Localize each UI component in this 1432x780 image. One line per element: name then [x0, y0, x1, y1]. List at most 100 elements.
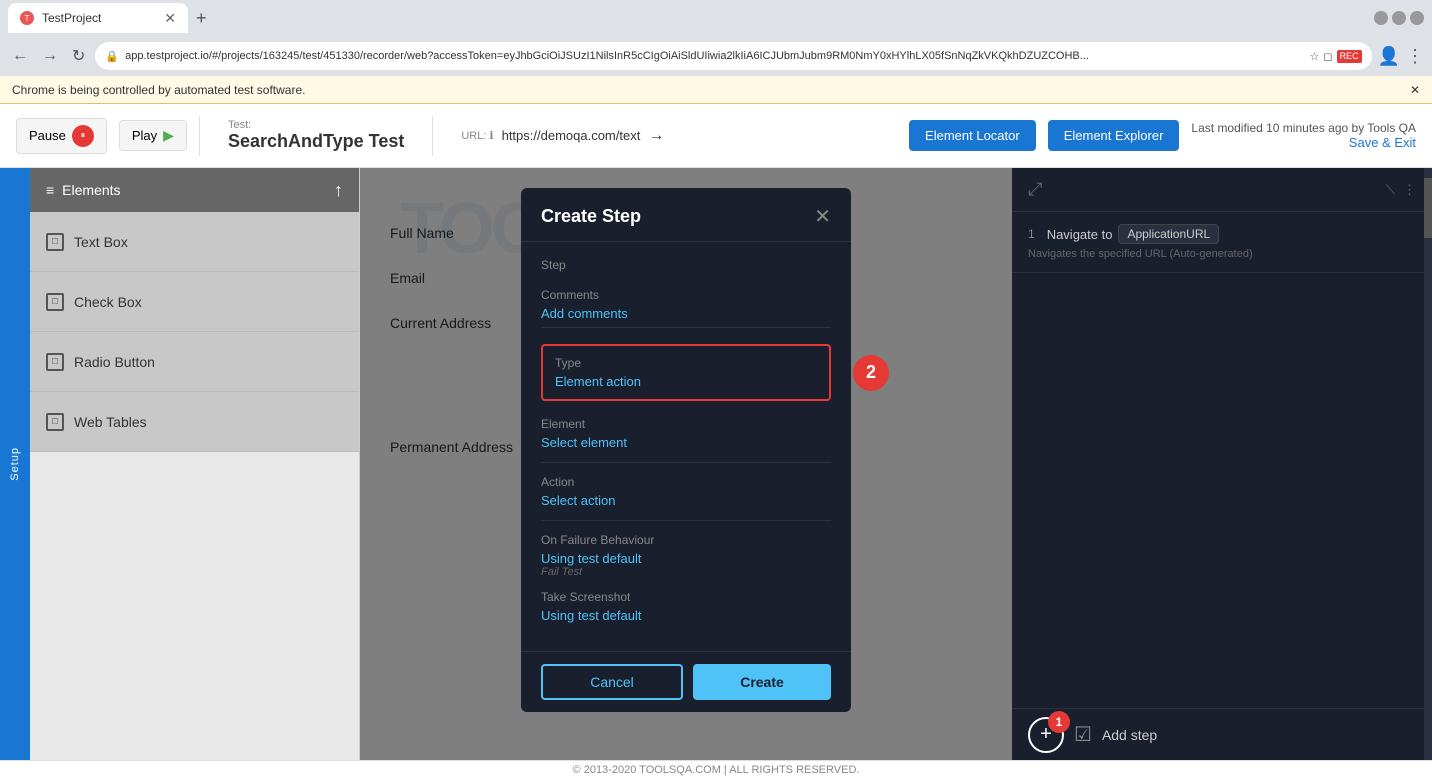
- element-select[interactable]: Select element: [541, 435, 831, 450]
- minimize-panel-icon[interactable]: ⟍: [1386, 182, 1395, 198]
- action-select[interactable]: Select action: [541, 493, 831, 508]
- step-label: Step: [541, 258, 831, 272]
- right-panel-header: ⤢ ⟍ ⋮: [1012, 168, 1432, 212]
- url-label: URL: ℹ: [461, 129, 493, 142]
- maximize-button[interactable]: [1392, 11, 1406, 25]
- textbox-icon: ☐: [46, 233, 64, 251]
- star-icon[interactable]: ☆: [1310, 50, 1320, 63]
- on-failure-label: On Failure Behaviour: [541, 533, 831, 547]
- add-step-label: Add step: [1102, 727, 1157, 743]
- footer-text: © 2013-2020 TOOLSQA.COM | ALL RIGHTS RES…: [573, 764, 860, 776]
- extension-icon[interactable]: ◻: [1323, 50, 1332, 63]
- test-label: Test:: [228, 119, 404, 131]
- element-label: Element: [541, 417, 831, 431]
- upload-icon[interactable]: ↑: [334, 180, 343, 201]
- play-button[interactable]: Play ▶: [119, 120, 187, 151]
- tab-favicon: T: [20, 11, 34, 25]
- webtables-label: Web Tables: [74, 414, 147, 430]
- last-modified-text: Last modified 10 minutes ago by Tools QA: [1191, 121, 1416, 135]
- on-failure-value[interactable]: Using test default: [541, 551, 831, 566]
- elements-sidebar: ≡ Elements ↑ ☐ Text Box ☐ Check Box ☐ Ra…: [30, 168, 360, 760]
- textbox-label: Text Box: [74, 234, 128, 250]
- create-step-modal: Create Step ✕ Step Comments Add comments: [521, 188, 851, 712]
- reload-button[interactable]: ↻: [68, 44, 89, 68]
- modal-close-button[interactable]: ✕: [814, 204, 831, 229]
- step-number: 1: [1028, 227, 1035, 241]
- minimize-button[interactable]: [1374, 11, 1388, 25]
- add-step-button[interactable]: + 1: [1028, 717, 1064, 753]
- type-label: Type: [555, 356, 817, 370]
- right-panel: ⤢ ⟍ ⋮ 1 Navigate to ApplicationURL Navig…: [1012, 168, 1432, 760]
- step-action-text: Navigate to: [1047, 227, 1113, 242]
- modal-title: Create Step: [541, 206, 641, 227]
- list-item-radiobutton[interactable]: ☐ Radio Button: [30, 332, 359, 392]
- lock-icon: 🔒: [105, 50, 119, 63]
- web-content: TOO Full Name Email Current Address Perm…: [360, 168, 1012, 760]
- window-controls: [1374, 11, 1424, 25]
- back-button[interactable]: ←: [8, 45, 32, 67]
- element-explorer-button[interactable]: Element Explorer: [1048, 120, 1180, 151]
- step-badge-2: 2: [853, 355, 889, 391]
- element-locator-button[interactable]: Element Locator: [909, 120, 1036, 151]
- setup-panel: Setup: [0, 168, 30, 760]
- scrollbar[interactable]: [1424, 168, 1432, 760]
- footer-bar: © 2013-2020 TOOLSQA.COM | ALL RIGHTS RES…: [0, 760, 1432, 780]
- forward-button[interactable]: →: [38, 45, 62, 67]
- pause-label: Pause: [29, 128, 66, 143]
- panel-menu-icon[interactable]: ⋮: [1403, 182, 1416, 198]
- tab-bar: T TestProject ✕ +: [0, 0, 1432, 36]
- move-icon[interactable]: ⤢: [1028, 179, 1042, 200]
- radiobutton-label: Radio Button: [74, 354, 155, 370]
- modal-buttons: Cancel Create: [521, 651, 851, 712]
- setup-label: Setup: [9, 447, 21, 481]
- type-value[interactable]: Element action: [555, 374, 817, 389]
- check-icon: ☑: [1074, 722, 1092, 747]
- action-label: Action: [541, 475, 831, 489]
- comments-field: Comments Add comments: [541, 288, 831, 328]
- checkbox-label: Check Box: [74, 294, 142, 310]
- close-button[interactable]: [1410, 11, 1424, 25]
- active-tab[interactable]: T TestProject ✕: [8, 3, 188, 33]
- toolbar-right: Element Locator Element Explorer Last mo…: [909, 120, 1416, 151]
- pause-button[interactable]: Pause ⏸: [16, 118, 107, 154]
- cancel-button[interactable]: Cancel: [541, 664, 683, 700]
- rec-icon: REC: [1337, 50, 1362, 63]
- screenshot-value[interactable]: Using test default: [541, 608, 831, 623]
- comments-label: Comments: [541, 288, 831, 302]
- automation-close-icon[interactable]: ✕: [1410, 83, 1420, 97]
- radiobutton-icon: ☐: [46, 353, 64, 371]
- address-bar-row: ← → ↻ 🔒 app.testproject.io/#/projects/16…: [0, 36, 1432, 76]
- address-bar[interactable]: 🔒 app.testproject.io/#/projects/163245/t…: [95, 42, 1371, 70]
- list-item-webtables[interactable]: ☐ Web Tables: [30, 392, 359, 452]
- create-button[interactable]: Create: [693, 664, 831, 700]
- list-item-textbox[interactable]: ☐ Text Box: [30, 212, 359, 272]
- step-badge-1: 1: [1048, 711, 1070, 733]
- steps-list: 1 Navigate to ApplicationURL Navigates t…: [1012, 212, 1432, 273]
- elements-title-text: Elements: [62, 182, 120, 198]
- action-section: Action Select action: [541, 475, 831, 521]
- modal-body: Step Comments Add comments Type Element …: [521, 242, 851, 651]
- url-value: https://demoqa.com/text: [502, 128, 641, 143]
- elements-title: ≡ Elements: [46, 182, 121, 198]
- elements-header: ≡ Elements ↑: [30, 168, 359, 212]
- tab-close-icon[interactable]: ✕: [164, 10, 176, 27]
- right-panel-icons: ⟍ ⋮: [1386, 182, 1416, 198]
- save-exit-link[interactable]: Save & Exit: [1349, 135, 1416, 150]
- scrollbar-thumb[interactable]: [1424, 178, 1432, 238]
- add-comments-link[interactable]: Add comments: [541, 306, 831, 328]
- pause-icon: ⏸: [72, 125, 94, 147]
- menu-icon[interactable]: ⋮: [1406, 46, 1424, 67]
- add-step-bar: + 1 ☑ Add step: [1012, 708, 1432, 760]
- url-info: URL: ℹ https://demoqa.com/text →: [445, 127, 680, 145]
- new-tab-button[interactable]: +: [188, 4, 215, 33]
- profile-icon[interactable]: 👤: [1378, 46, 1400, 67]
- element-section: Element Select element: [541, 417, 831, 463]
- toolbar-divider: [199, 116, 200, 156]
- modal-header: Create Step ✕: [521, 188, 851, 242]
- address-bar-icons: ☆ ◻ REC: [1310, 50, 1362, 63]
- url-arrow-icon: →: [648, 127, 664, 145]
- list-item-checkbox[interactable]: ☐ Check Box: [30, 272, 359, 332]
- play-icon: ▶: [163, 127, 174, 144]
- automation-message: Chrome is being controlled by automated …: [12, 83, 305, 97]
- content-area: Setup ≡ Elements ↑ ☐ Text Box ☐ Check Bo…: [0, 168, 1432, 760]
